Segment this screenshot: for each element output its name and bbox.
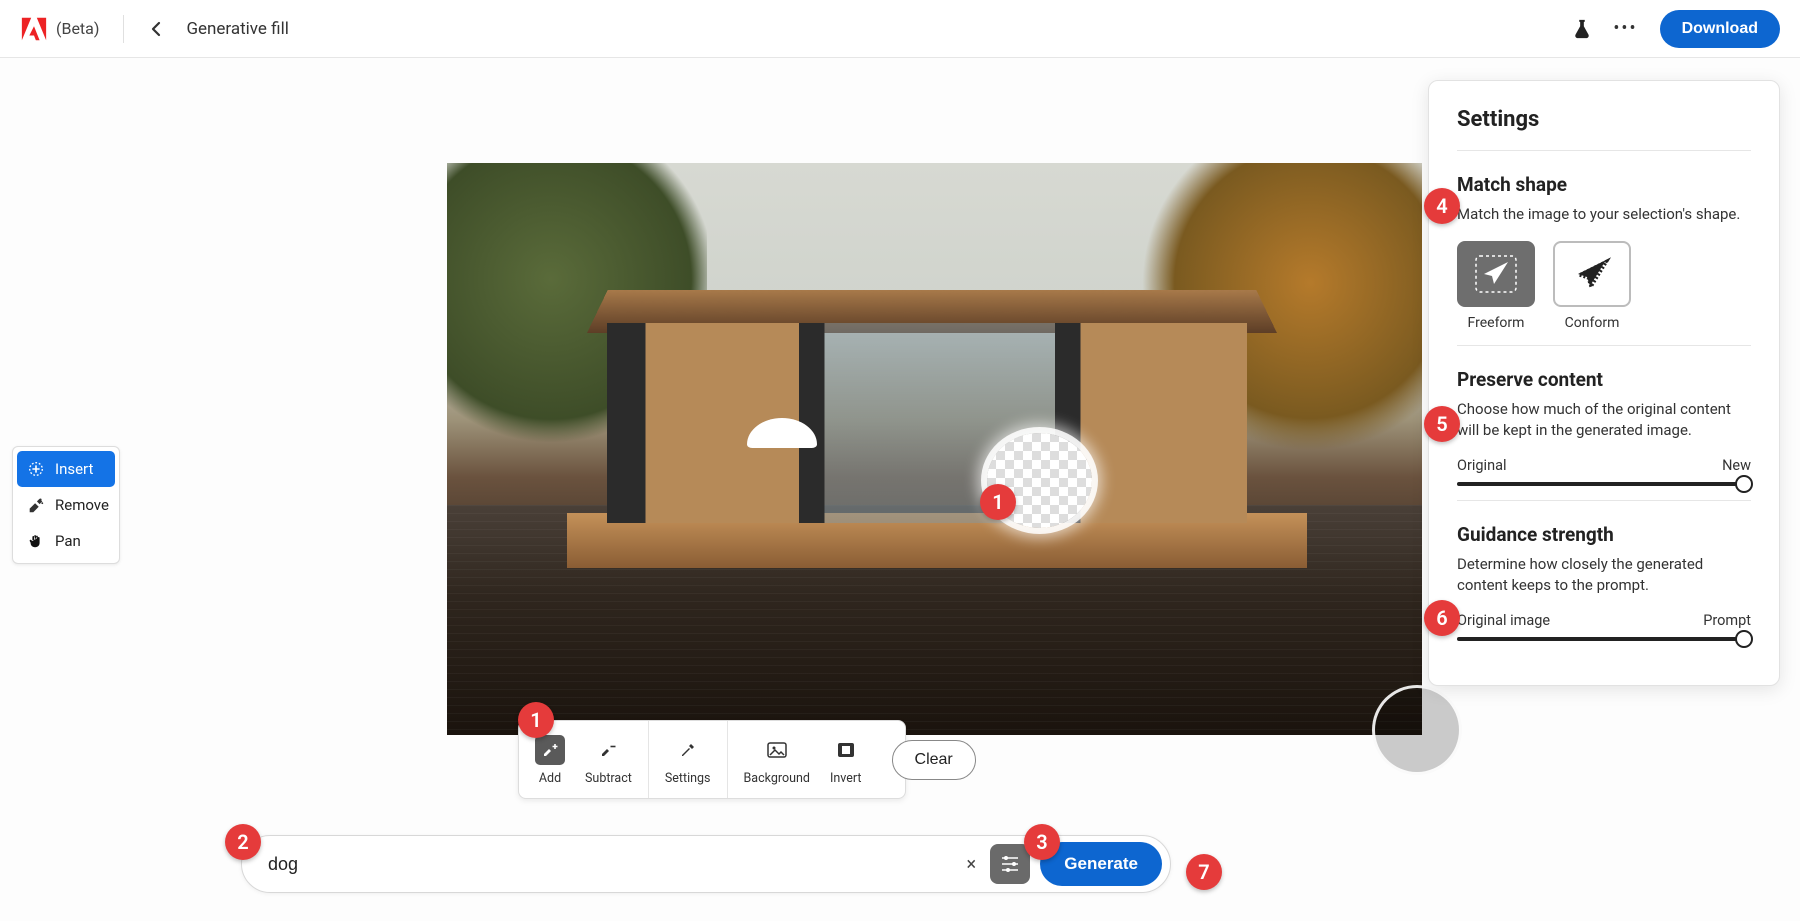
prompt-input[interactable] — [268, 854, 958, 875]
shape-option-conform[interactable]: Conform — [1553, 241, 1631, 331]
annotation-badge: 1 — [980, 484, 1016, 520]
app-header: (Beta) Generative fill ••• Download — [0, 0, 1800, 58]
preserve-heading: Preserve content — [1457, 368, 1751, 391]
match-shape-heading: Match shape — [1457, 173, 1751, 196]
tool-palette: Insert Remove Pan — [12, 446, 120, 564]
tool-pan[interactable]: Pan — [17, 523, 115, 559]
settings-panel: Settings Match shape Match the image to … — [1428, 80, 1780, 686]
guidance-slider[interactable] — [1457, 637, 1751, 641]
guidance-slider-labels: Original image Prompt — [1457, 612, 1751, 629]
slider-thumb[interactable] — [1735, 475, 1753, 493]
chevron-left-icon — [149, 21, 165, 37]
shape-option-freeform[interactable]: Freeform — [1457, 241, 1535, 331]
annotation-badge: 2 — [225, 824, 261, 860]
shape-label: Freeform — [1468, 315, 1525, 331]
beta-label: (Beta) — [56, 19, 99, 38]
tool-insert[interactable]: Insert — [17, 451, 115, 487]
brush-settings-icon — [679, 741, 697, 759]
decorative-house — [607, 273, 1247, 523]
divider — [1457, 150, 1751, 151]
clear-input-icon[interactable]: × — [958, 854, 984, 875]
annotation-badge: 7 — [1186, 854, 1222, 890]
slider-label-right: Prompt — [1703, 612, 1751, 629]
match-shape-options: Freeform Conform — [1457, 241, 1751, 331]
divider — [1457, 500, 1751, 501]
preserve-slider[interactable] — [1457, 482, 1751, 486]
settings-title: Settings — [1457, 107, 1751, 132]
background-icon — [767, 742, 787, 758]
shape-label: Conform — [1565, 315, 1620, 331]
brush-subtract-button[interactable]: Subtract — [575, 731, 642, 790]
tool-label: Remove — [55, 496, 109, 514]
download-button[interactable]: Download — [1660, 10, 1780, 48]
brush-toolbar: Add Subtract Settings Background Invert … — [518, 720, 906, 799]
slider-label-left: Original — [1457, 457, 1507, 474]
tool-remove[interactable]: Remove — [17, 487, 115, 523]
annotation-badge: 3 — [1024, 824, 1060, 860]
annotation-badge: 5 — [1424, 406, 1460, 442]
annotation-badge: 4 — [1424, 188, 1460, 224]
tool-label: Pan — [55, 532, 81, 550]
plane-conform-icon — [1570, 254, 1614, 294]
brush-label: Add — [539, 771, 561, 786]
prompt-settings-button[interactable] — [990, 844, 1030, 884]
preserve-slider-labels: Original New — [1457, 457, 1751, 474]
preserve-desc: Choose how much of the original content … — [1457, 399, 1751, 441]
brush-label: Background — [744, 771, 810, 786]
pan-hand-icon — [27, 532, 45, 550]
adobe-logo-icon — [20, 15, 48, 43]
brush-label: Settings — [665, 771, 711, 786]
brush-background-button[interactable]: Background — [734, 731, 820, 790]
match-shape-desc: Match the image to your selection's shap… — [1457, 204, 1751, 225]
slider-label-left: Original image — [1457, 612, 1550, 629]
invert-icon — [837, 742, 855, 758]
annotation-badge: 1 — [518, 702, 554, 738]
canvas-image — [447, 163, 1422, 735]
tool-label: Insert — [55, 460, 93, 478]
guidance-desc: Determine how closely the generated cont… — [1457, 554, 1751, 596]
divider — [1457, 345, 1751, 346]
more-menu-icon[interactable]: ••• — [1613, 18, 1637, 39]
brush-add-icon — [541, 741, 559, 759]
slider-label-right: New — [1722, 457, 1751, 474]
slider-thumb[interactable] — [1735, 630, 1753, 648]
brush-invert-button[interactable]: Invert — [820, 731, 872, 790]
guidance-heading: Guidance strength — [1457, 523, 1751, 546]
header-divider — [123, 15, 124, 43]
sliders-icon — [1000, 855, 1020, 873]
labs-flask-icon[interactable] — [1571, 18, 1593, 40]
page-title: Generative fill — [186, 19, 288, 39]
brush-add-button[interactable]: Add — [525, 731, 575, 790]
brush-cursor-icon — [1372, 685, 1462, 775]
brush-settings-button[interactable]: Settings — [655, 731, 721, 790]
brush-label: Invert — [830, 771, 862, 786]
canvas[interactable] — [447, 163, 1422, 735]
annotation-badge: 6 — [1424, 600, 1460, 636]
insert-icon — [27, 460, 45, 478]
remove-icon — [27, 496, 45, 514]
brush-clear-button[interactable]: Clear — [892, 740, 976, 780]
brush-subtract-icon — [599, 741, 617, 759]
plane-freeform-icon — [1474, 254, 1518, 294]
back-button[interactable] — [146, 18, 168, 40]
brush-label: Subtract — [585, 771, 632, 786]
